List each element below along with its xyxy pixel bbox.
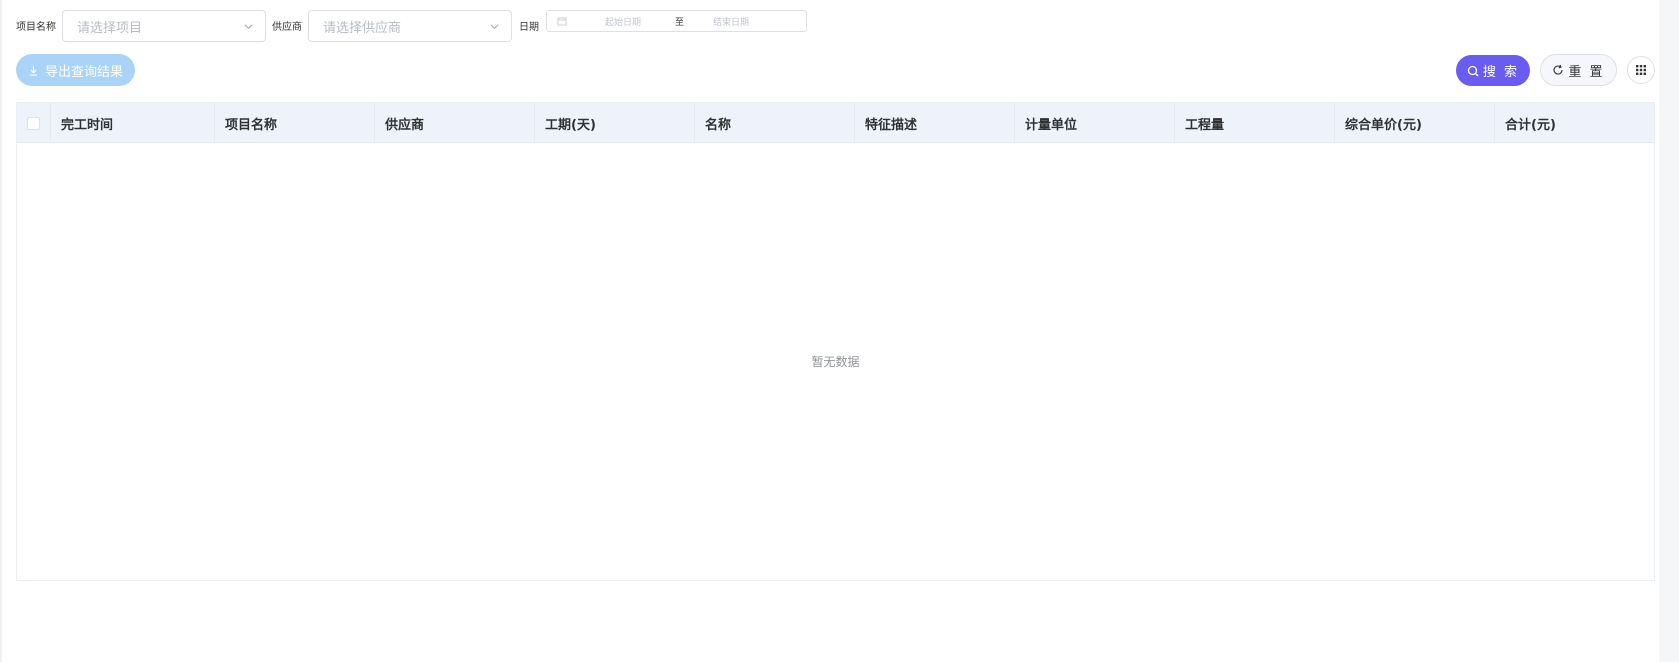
supplier-select[interactable]: 请选择供应商: [308, 10, 512, 42]
column-header[interactable]: 供应商: [375, 103, 535, 143]
date-range-picker[interactable]: 起始日期 至 结束日期: [546, 10, 807, 32]
column-header[interactable]: 综合单价(元): [1335, 103, 1495, 143]
date-start-input[interactable]: 起始日期: [605, 15, 641, 28]
project-label: 项目名称: [16, 22, 56, 33]
column-header[interactable]: 计量单位: [1015, 103, 1175, 143]
date-end-input[interactable]: 结束日期: [713, 15, 749, 28]
column-header[interactable]: 项目名称: [215, 103, 375, 143]
reset-button[interactable]: 重 置: [1540, 54, 1617, 86]
scrollbar-track[interactable]: [1659, 0, 1679, 662]
column-header[interactable]: 完工时间: [51, 103, 215, 143]
table-header: 完工时间 项目名称 供应商 工期(天) 名称 特征描述 计量单位 工程量 综合单…: [17, 103, 1654, 143]
column-header[interactable]: 工期(天): [535, 103, 695, 143]
chevron-down-icon: [490, 24, 499, 30]
chevron-down-icon: [244, 24, 253, 30]
column-header[interactable]: 工程量: [1175, 103, 1335, 143]
data-table: 完工时间 项目名称 供应商 工期(天) 名称 特征描述 计量单位 工程量 综合单…: [16, 102, 1655, 581]
supplier-select-placeholder: 请选择供应商: [323, 20, 402, 36]
download-icon: [29, 65, 38, 76]
search-icon: [1467, 65, 1479, 76]
empty-text: 暂无数据: [811, 355, 860, 369]
header-select-all-cell: [17, 103, 51, 143]
export-results-button[interactable]: 导出查询结果: [16, 54, 135, 86]
column-settings-button[interactable]: [1627, 56, 1655, 84]
search-button[interactable]: 搜 索: [1456, 55, 1530, 86]
supplier-label: 供应商: [272, 22, 302, 33]
calendar-icon: [557, 17, 567, 26]
date-label: 日期: [519, 22, 539, 33]
project-select[interactable]: 请选择项目: [62, 10, 266, 42]
select-all-checkbox[interactable]: [27, 116, 40, 130]
reset-label: 重 置: [1568, 64, 1605, 80]
grid-icon: [1636, 65, 1646, 75]
export-results-label: 导出查询结果: [44, 64, 123, 80]
left-border: [0, 0, 2, 662]
search-label: 搜 索: [1482, 65, 1520, 80]
column-header[interactable]: 合计(元): [1495, 103, 1654, 143]
column-header[interactable]: 特征描述: [855, 103, 1015, 143]
date-separator: 至: [675, 18, 685, 28]
refresh-icon: [1553, 64, 1563, 75]
column-header[interactable]: 名称: [695, 103, 855, 143]
page: 项目名称 请选择项目 供应商 请选择供应商 日期 起始日期 至 结束日期 导出查…: [0, 0, 1679, 662]
table-empty-state: 暂无数据: [17, 143, 1654, 580]
project-select-placeholder: 请选择项目: [77, 20, 143, 36]
